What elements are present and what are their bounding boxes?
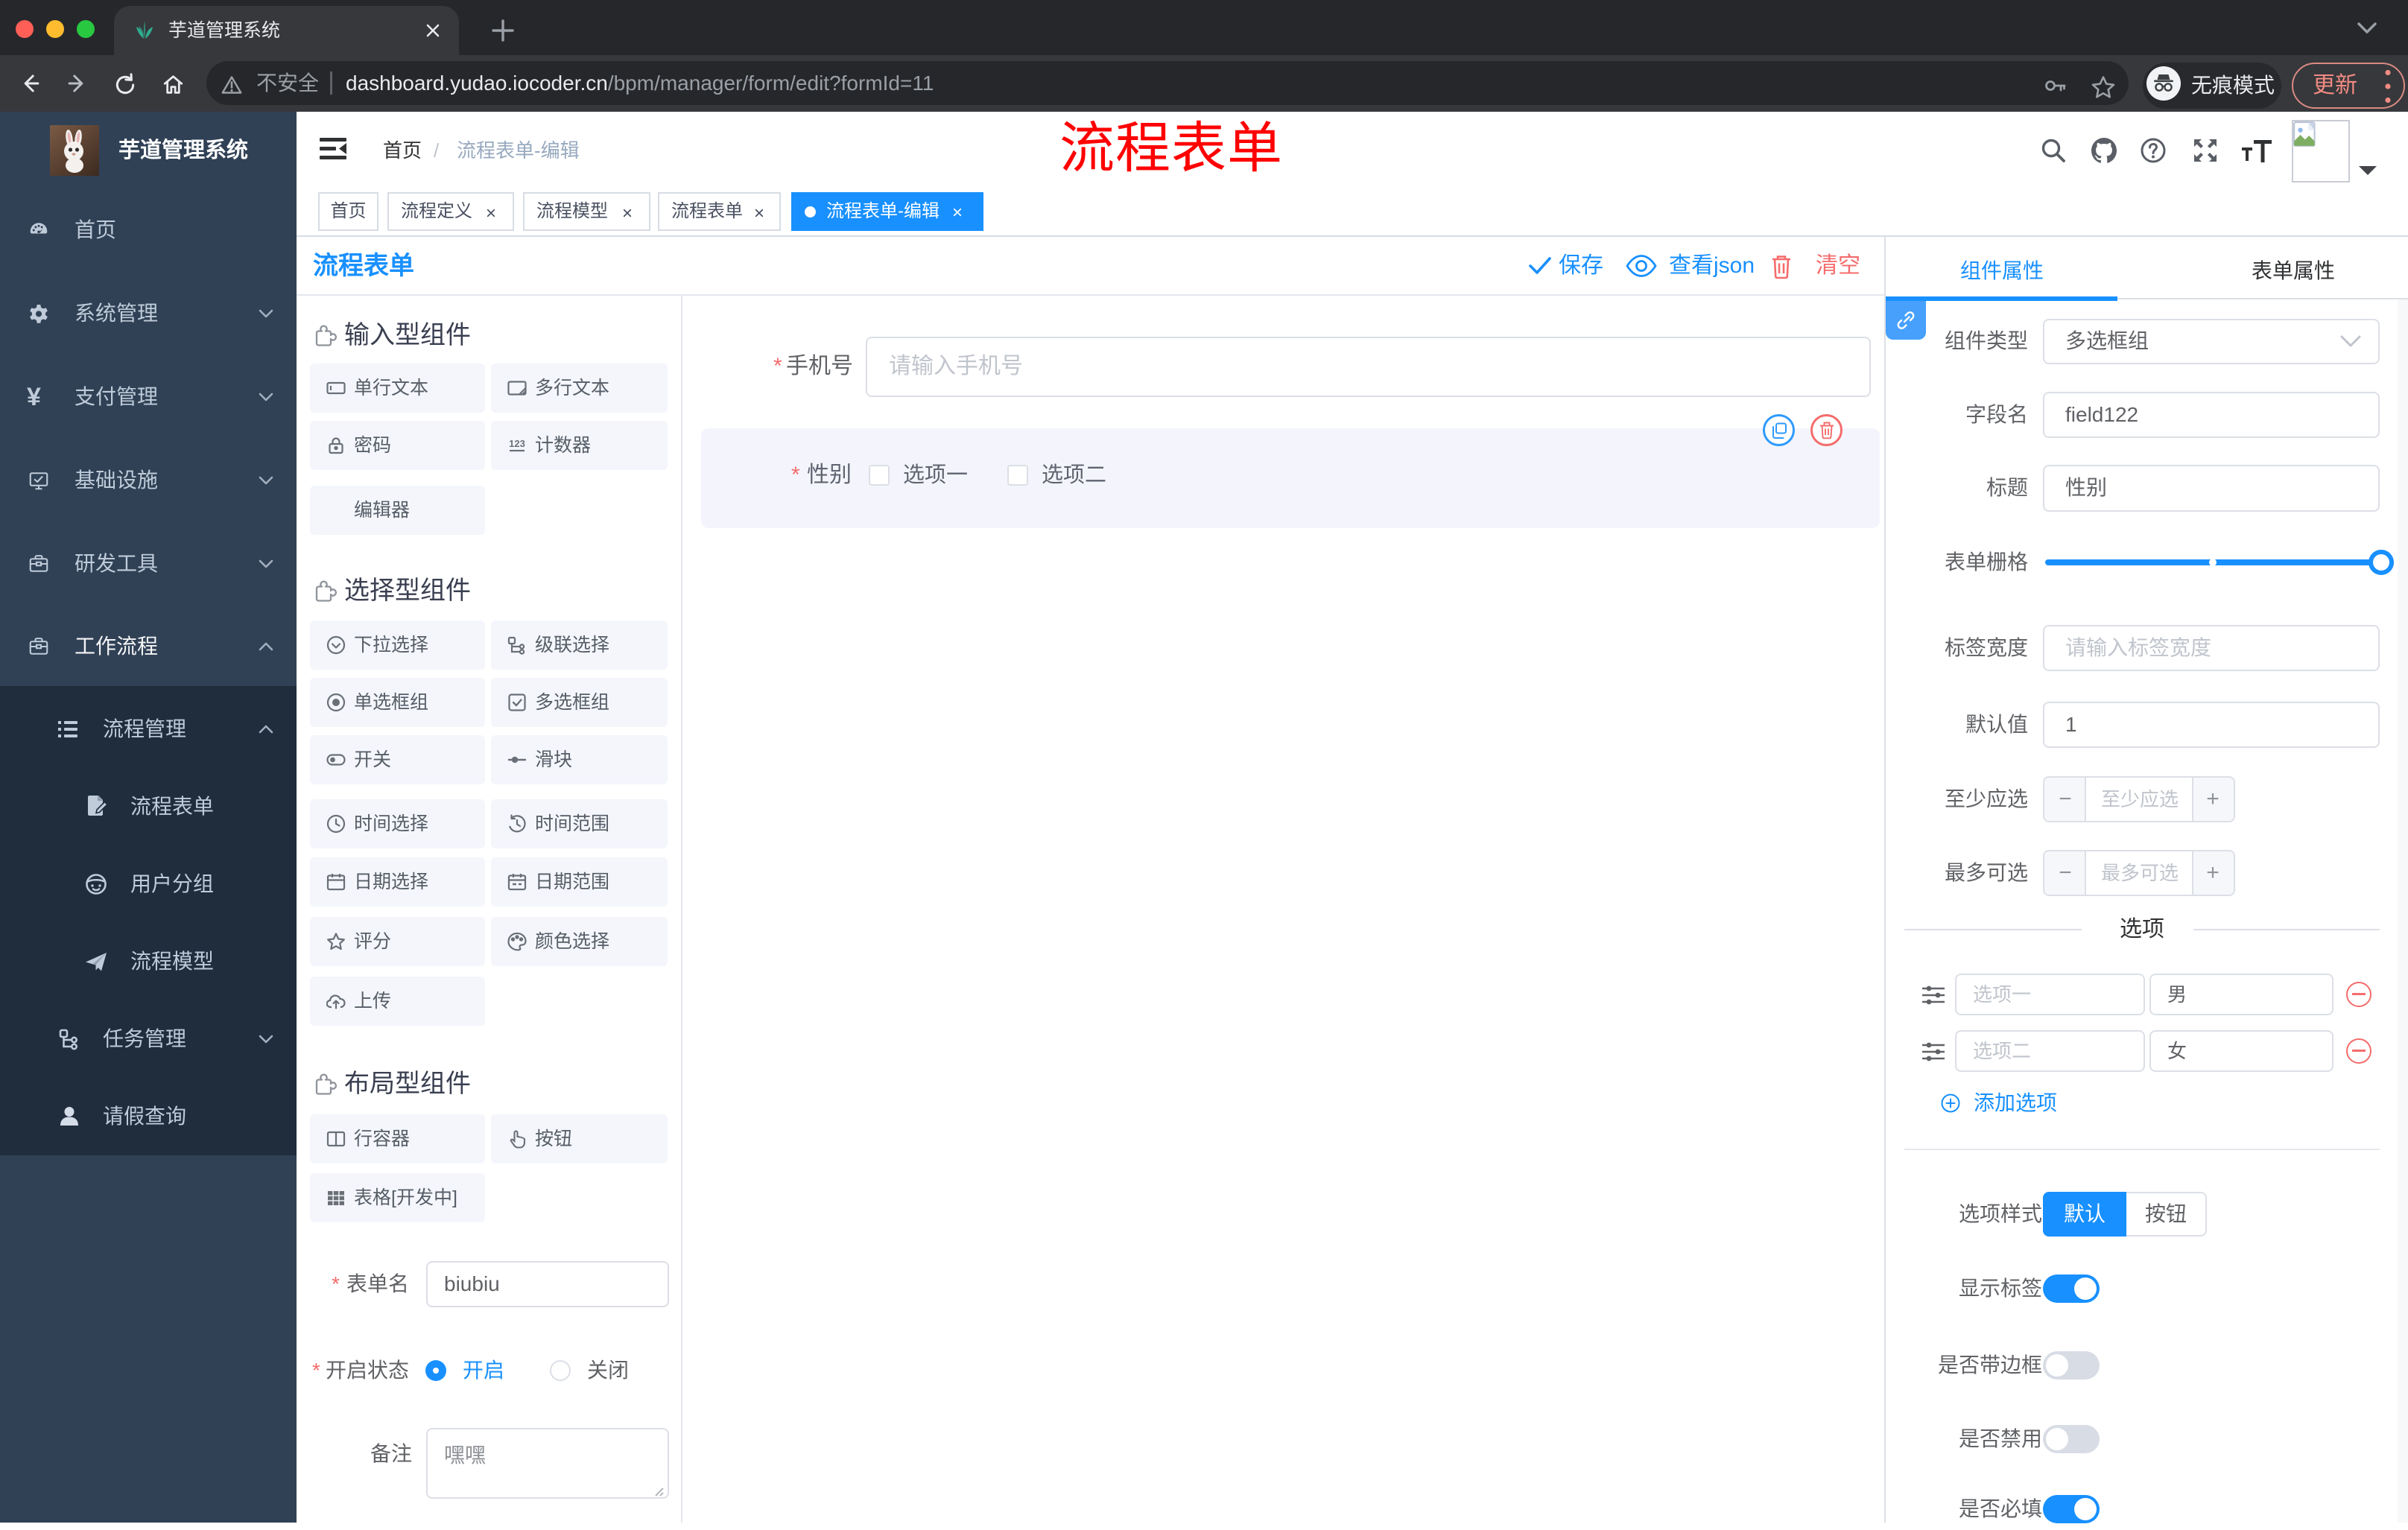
- svg-text:123: 123: [509, 438, 525, 449]
